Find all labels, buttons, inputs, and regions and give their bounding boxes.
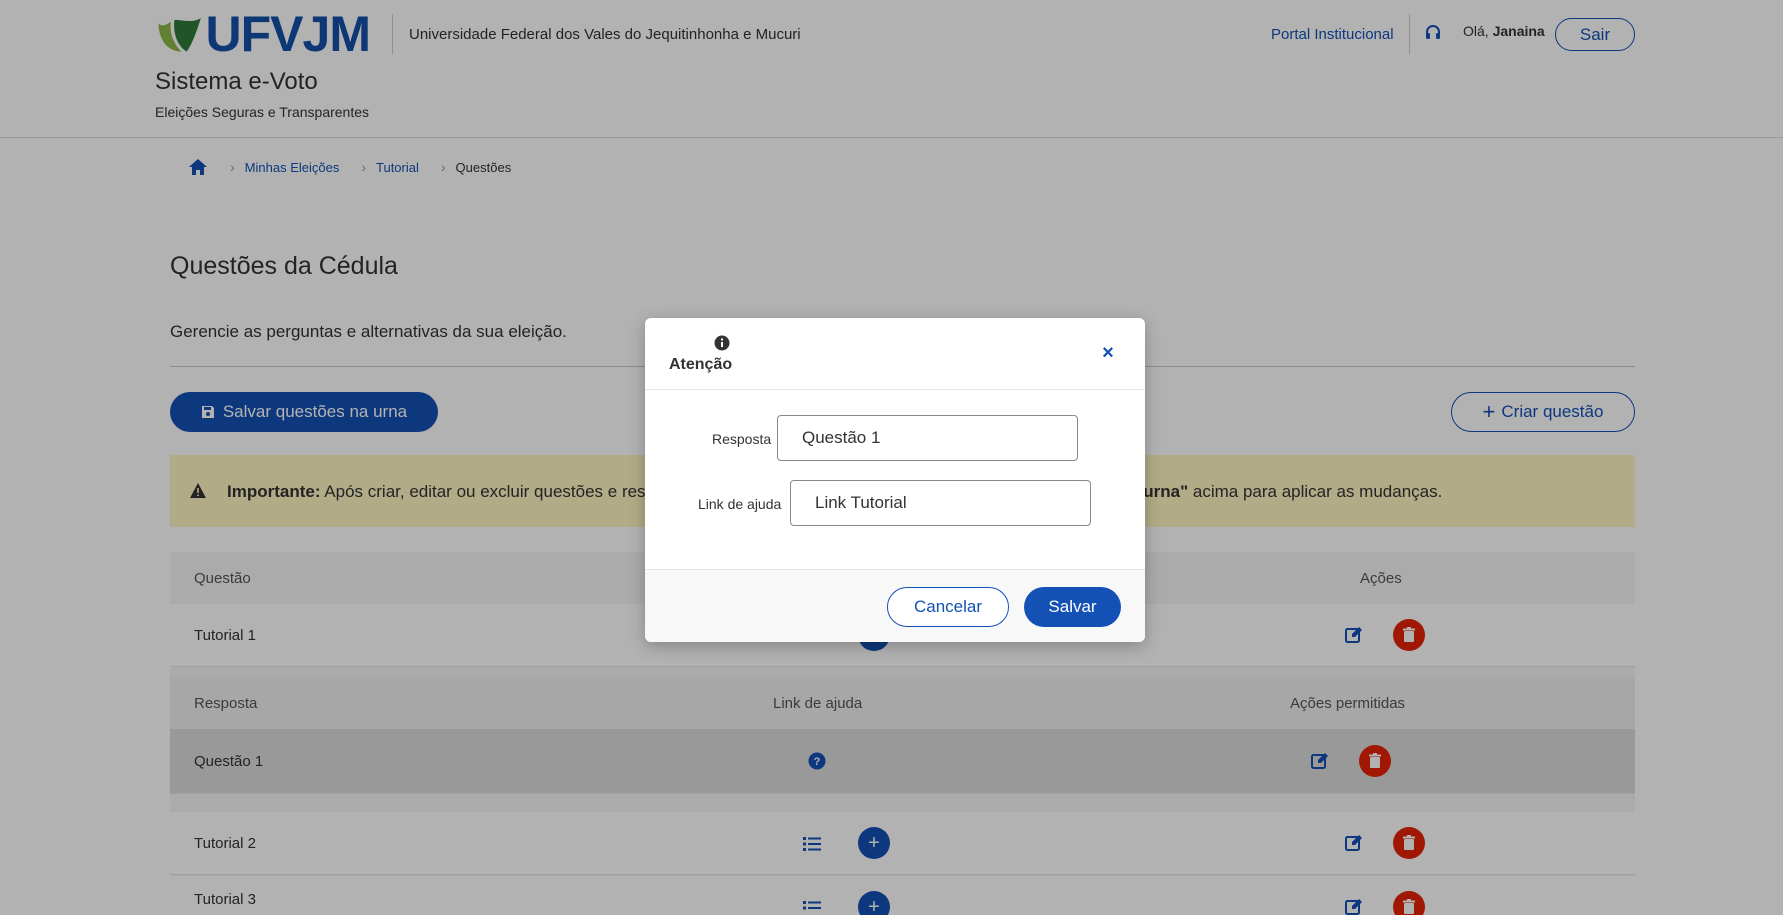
cancel-button[interactable]: Cancelar [887,587,1009,627]
answer-input[interactable]: Questão 1 [777,415,1078,461]
modal-footer: Cancelar Salvar [645,569,1145,642]
info-icon [714,335,730,351]
help-link-input[interactable]: Link Tutorial [790,480,1091,526]
save-button[interactable]: Salvar [1024,587,1121,627]
answer-label: Resposta [712,431,772,447]
modal-header: Atenção × [645,318,1145,390]
help-link-label: Link de ajuda [698,496,782,512]
close-button[interactable]: × [1096,341,1120,365]
modal-title: Atenção [669,356,733,373]
edit-answer-modal: Atenção × Resposta Questão 1 Link de aju… [645,318,1145,642]
